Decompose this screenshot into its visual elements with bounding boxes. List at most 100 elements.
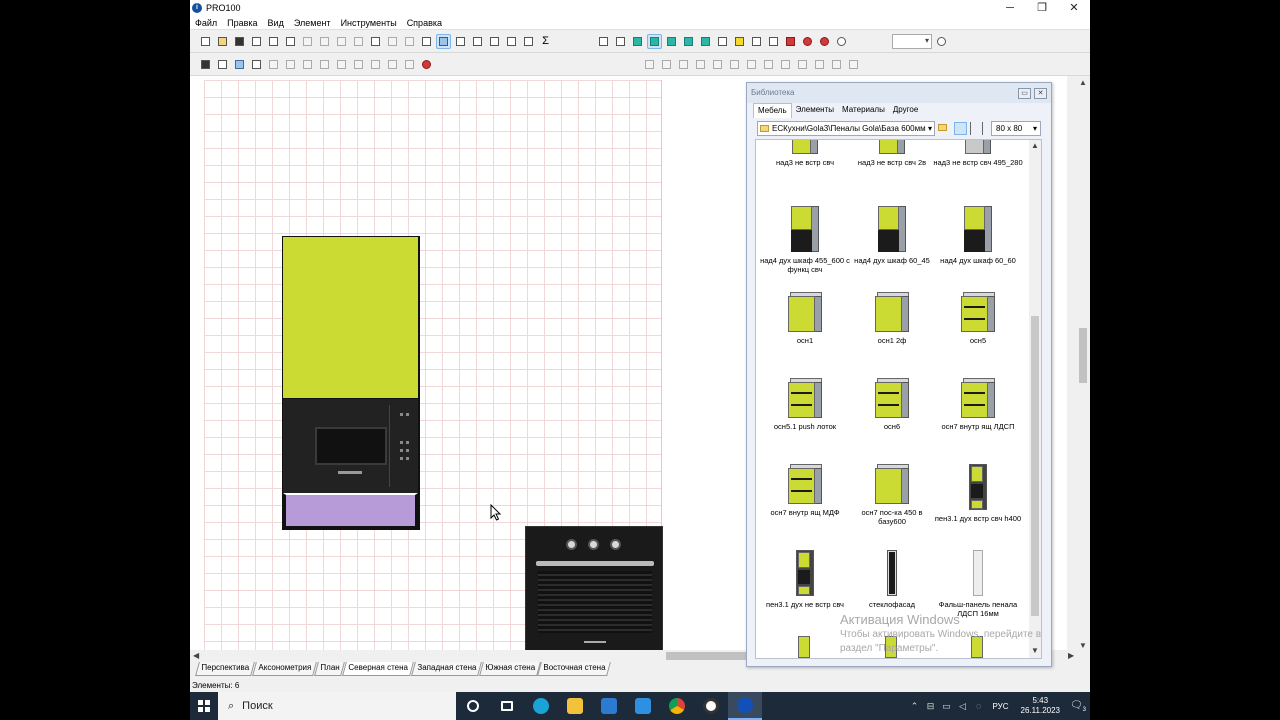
library-scrollbar[interactable]: ▲ ▼ [1029, 140, 1041, 658]
distribute-1-icon[interactable] [744, 57, 759, 72]
distribute-7-icon[interactable] [846, 57, 861, 72]
select-icon[interactable] [198, 57, 213, 72]
zoom-in-icon[interactable] [834, 34, 849, 49]
minimize-button[interactable]: ─ [994, 0, 1026, 16]
tall-cabinet[interactable] [282, 236, 420, 530]
menu-help[interactable]: Справка [402, 18, 447, 28]
redo-icon[interactable] [385, 34, 400, 49]
library-item[interactable]: над3 не встр свч [760, 140, 850, 167]
magnet-icon[interactable] [800, 34, 815, 49]
distribute-3-icon[interactable] [778, 57, 793, 72]
target-icon[interactable] [817, 34, 832, 49]
notification-icon[interactable]: 🗨3 [1066, 700, 1090, 713]
view-mode-3-icon[interactable] [470, 34, 485, 49]
align-center-icon[interactable] [659, 57, 674, 72]
rotate-icon[interactable] [334, 57, 349, 72]
library-item[interactable]: осн7 внутр ящ МДФ [760, 464, 850, 517]
canvas-vertical-scrollbar[interactable]: ▲ ▼ [1076, 76, 1090, 660]
box-view-3-icon[interactable] [630, 34, 645, 49]
tab-perspective[interactable]: Перспектива [195, 662, 255, 676]
view-mode-5-icon[interactable] [504, 34, 519, 49]
library-minimize-button[interactable]: ▭ [1018, 88, 1031, 99]
save-as-icon[interactable] [249, 34, 264, 49]
library-item[interactable]: над3 не встр свч 495_280 [933, 140, 1023, 167]
box-view-6-icon[interactable] [681, 34, 696, 49]
horizontal-scroll-thumb[interactable] [666, 652, 746, 660]
box-view-4-icon[interactable] [647, 34, 662, 49]
close-button[interactable]: ✕ [1058, 0, 1090, 16]
library-tab-elements[interactable]: Элементы [792, 103, 838, 118]
align-icon[interactable] [385, 57, 400, 72]
box-view-7-icon[interactable] [698, 34, 713, 49]
print-preview-icon[interactable] [283, 34, 298, 49]
pro100-taskbar-icon[interactable] [728, 692, 762, 720]
dimension-icon[interactable] [749, 34, 764, 49]
tab-north-wall[interactable]: Северная стена [342, 662, 414, 676]
library-item[interactable]: Фальш-панель пенала ЛДСП 16мм [933, 550, 1023, 618]
upper-facade[interactable] [283, 237, 418, 399]
tab-west-wall[interactable]: Западная стена [410, 662, 482, 676]
menu-element[interactable]: Элемент [289, 18, 336, 28]
drawer-front[interactable] [283, 493, 418, 528]
list-view-icon[interactable] [970, 122, 983, 135]
view-mode-1-icon[interactable] [436, 34, 451, 49]
chrome-icon[interactable] [660, 692, 694, 720]
library-scroll-thumb[interactable] [1031, 316, 1039, 616]
resize-2-icon[interactable] [283, 57, 298, 72]
library-item[interactable]: над3 не встр свч 2в [847, 140, 937, 167]
built-in-oven[interactable] [525, 526, 663, 652]
library-close-button[interactable]: ✕ [1034, 88, 1047, 99]
library-tab-materials[interactable]: Материалы [838, 103, 889, 118]
speaker-icon[interactable]: ◌ [971, 701, 987, 711]
library-item[interactable]: над4 дух шкаф 455_600 с функц свч [760, 206, 850, 274]
volume-icon[interactable]: ◁ [955, 701, 971, 712]
rotate-2-icon[interactable] [351, 57, 366, 72]
library-item[interactable]: осн5 [933, 292, 1023, 345]
zoom-out-icon[interactable] [934, 34, 949, 49]
undo-icon[interactable] [368, 34, 383, 49]
zoom-select[interactable] [892, 34, 932, 49]
lightbulb-icon[interactable] [732, 34, 747, 49]
pencil-icon[interactable] [249, 57, 264, 72]
align-2-icon[interactable] [402, 57, 417, 72]
measure-icon[interactable] [766, 34, 781, 49]
library-item[interactable]: осн1 [760, 292, 850, 345]
center-icon[interactable] [368, 57, 383, 72]
print-icon[interactable] [266, 34, 281, 49]
box-view-2-icon[interactable] [613, 34, 628, 49]
library-item[interactable]: осн7 пос-ка 450 в базу600 [847, 464, 937, 526]
store-icon[interactable] [592, 692, 626, 720]
maximize-button[interactable]: ❐ [1026, 0, 1058, 16]
library-item[interactable]: осн5.1 push лоток [760, 378, 850, 431]
properties-icon[interactable] [419, 34, 434, 49]
tab-south-wall[interactable]: Южная стена [478, 662, 541, 676]
thumb-size-select[interactable]: 80 x 80 ▾ [991, 121, 1041, 136]
built-in-microwave[interactable] [283, 399, 418, 493]
library-item[interactable]: пен3.1 дух не встр свч [760, 550, 850, 609]
library-item[interactable]: осн7 внутр ящ ЛДСП [933, 378, 1023, 431]
tab-plan[interactable]: План [313, 662, 345, 676]
menu-file[interactable]: Файл [190, 18, 222, 28]
network-icon[interactable]: ⊟ [923, 701, 939, 712]
menu-tools[interactable]: Инструменты [336, 18, 402, 28]
sum-icon[interactable]: Σ [538, 34, 553, 49]
open-folder-icon[interactable] [215, 34, 230, 49]
resize-1-icon[interactable] [266, 57, 281, 72]
tab-east-wall[interactable]: Восточная стена [537, 662, 612, 676]
chevron-up-icon[interactable]: ⌃ [907, 701, 923, 712]
library-item[interactable]: над4 дух шкаф 60_45 [847, 206, 937, 265]
clock[interactable]: 5:43 26.11.2023 [1021, 696, 1060, 716]
save-icon[interactable] [232, 34, 247, 49]
mail-icon[interactable] [626, 692, 660, 720]
text-label-icon[interactable] [715, 34, 730, 49]
library-item[interactable]: стеклофасад [847, 550, 937, 609]
library-item[interactable]: осн6 [847, 378, 937, 431]
align-bottom-icon[interactable] [727, 57, 742, 72]
paste-special-icon[interactable] [351, 34, 366, 49]
menu-edit[interactable]: Правка [222, 18, 262, 28]
library-tab-furniture[interactable]: Мебель [753, 103, 792, 118]
box-view-1-icon[interactable] [596, 34, 611, 49]
library-item[interactable]: пен3.1 дух встр свч h400 [933, 464, 1023, 523]
library-item[interactable] [760, 636, 850, 658]
menu-view[interactable]: Вид [263, 18, 289, 28]
